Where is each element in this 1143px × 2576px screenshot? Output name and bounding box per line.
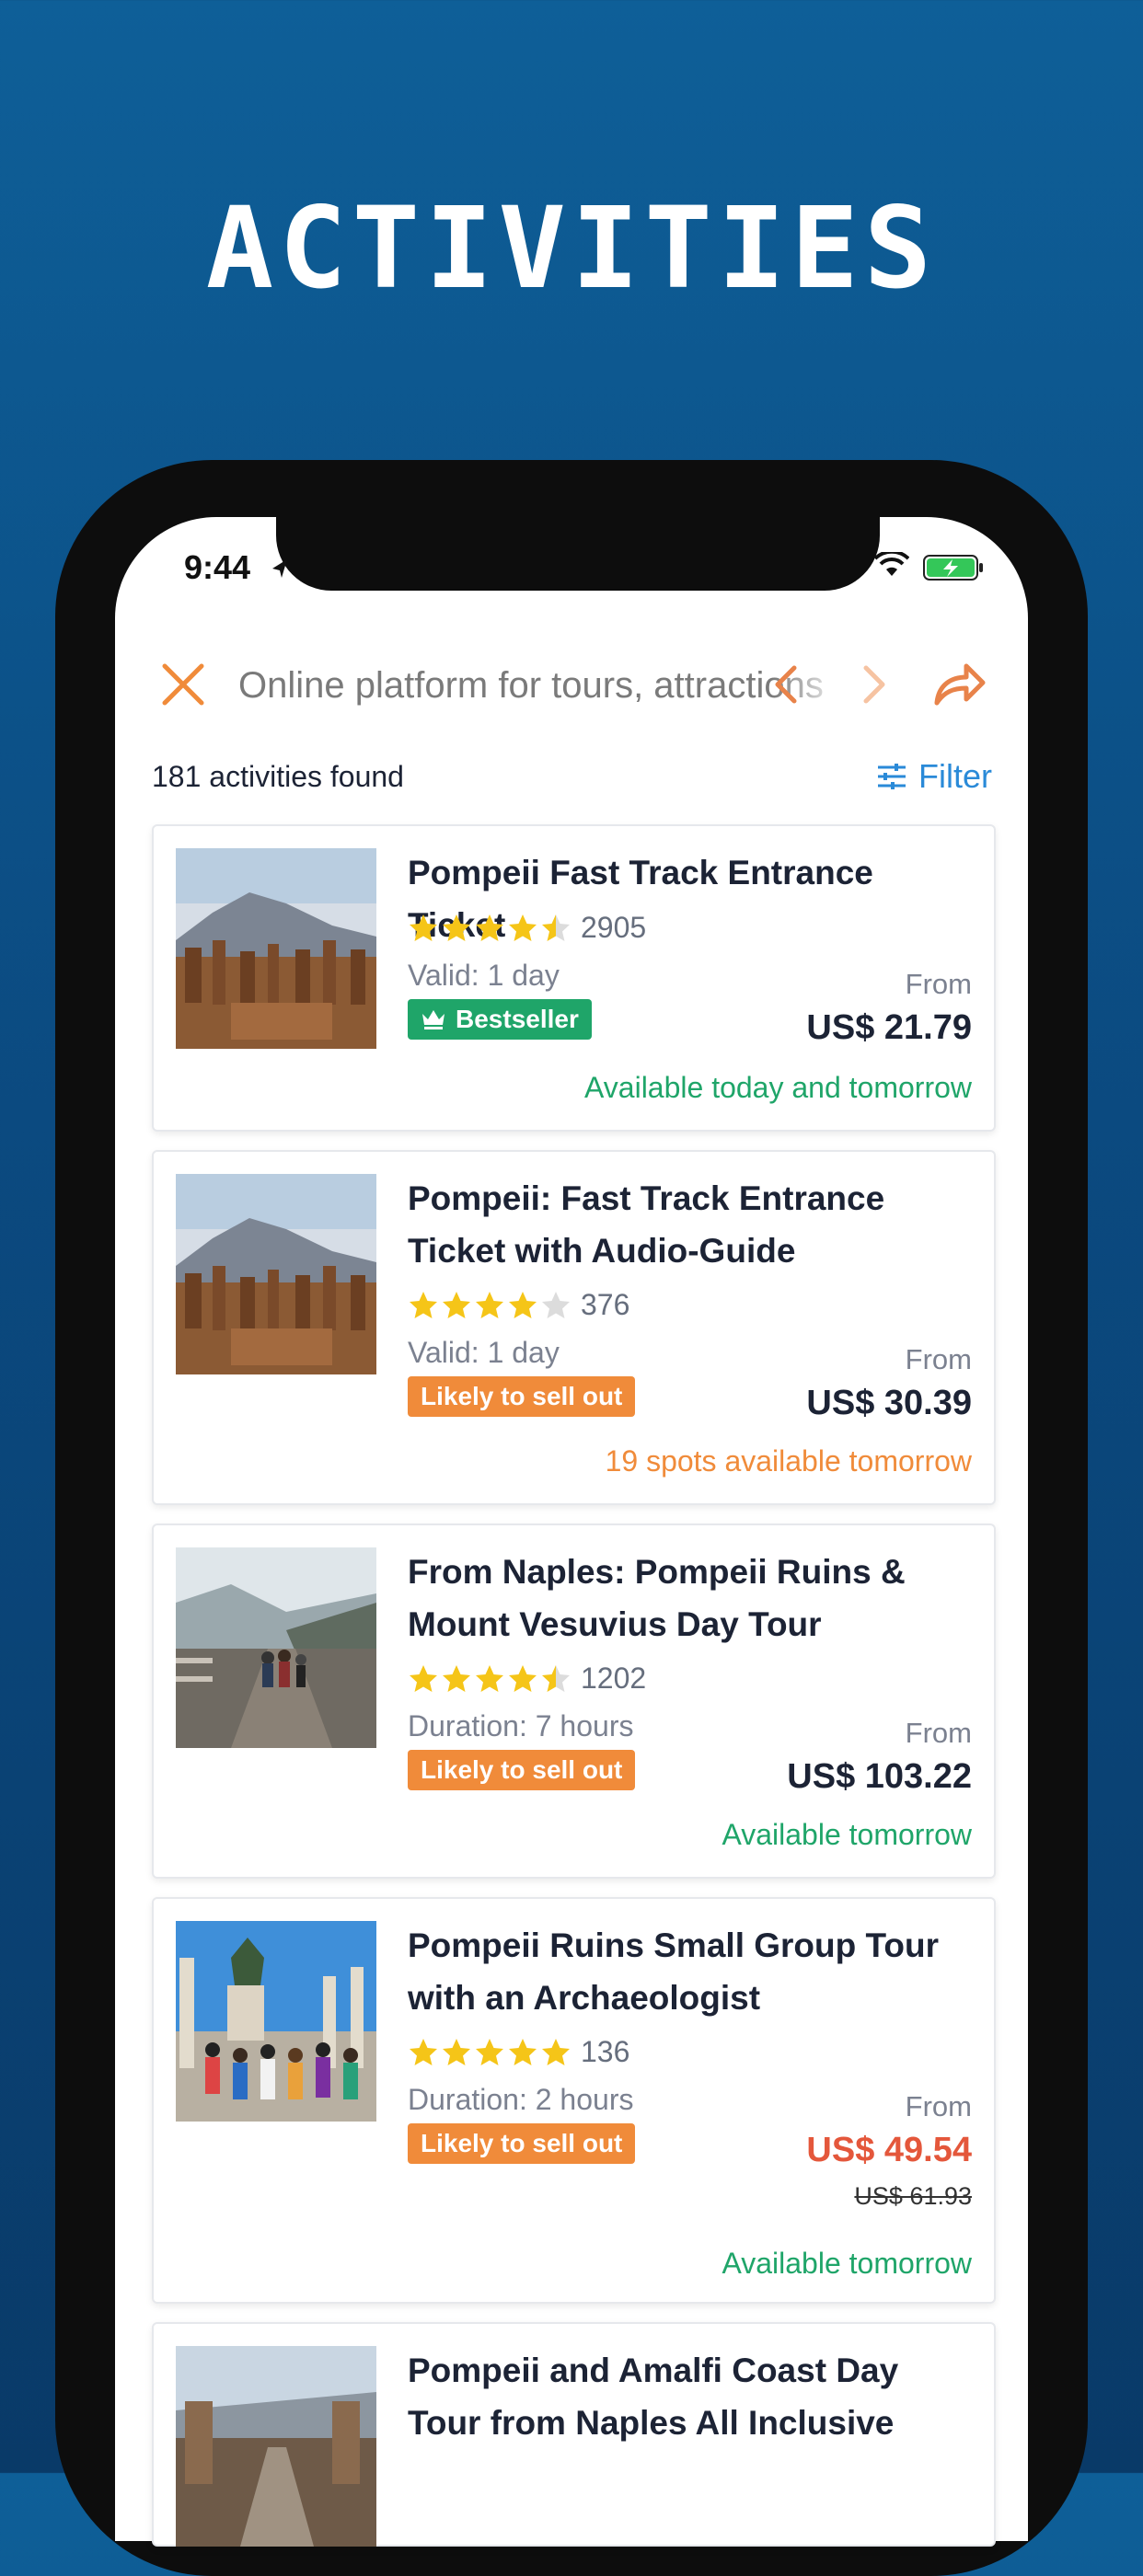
price: US$ 103.22 — [787, 1757, 972, 1796]
star-icon — [443, 914, 470, 941]
close-icon[interactable] — [159, 661, 207, 708]
status-time: 9:44 — [184, 548, 251, 586]
duration-text: Duration: 7 hours — [408, 1709, 634, 1742]
validity-text: Valid: 1 day — [408, 1336, 560, 1369]
activity-title[interactable]: From Naples: Pompeii Ruins & Mount Vesuv… — [408, 1546, 969, 1650]
availability-text: Available today and tomorrow — [584, 1071, 972, 1104]
star-icon — [410, 914, 437, 941]
forward-chevron-icon[interactable] — [851, 662, 895, 707]
from-label: From — [905, 2090, 972, 2122]
availability-text: 19 spots available tomorrow — [605, 1444, 972, 1478]
location-arrow-icon — [272, 559, 287, 578]
star-icon — [410, 1291, 437, 1318]
from-label: From — [905, 1717, 972, 1749]
activity-card[interactable]: Pompeii Ruins Small Group Tour with an A… — [152, 1897, 996, 2304]
back-chevron-icon[interactable] — [765, 662, 809, 707]
star-icon — [476, 1291, 503, 1318]
browser-toolbar: Online platform for tours, attractions — [115, 644, 1028, 725]
original-price: US$ 61.93 — [854, 2182, 972, 2210]
review-count: 1202 — [581, 1662, 647, 1695]
star-icon — [542, 2038, 570, 2065]
share-arrow-icon[interactable] — [931, 659, 987, 710]
review-count: 136 — [581, 2035, 630, 2068]
sell-out-badge: Likely to sell out — [408, 2123, 636, 2164]
star-icon — [476, 2038, 503, 2065]
activity-card[interactable]: Pompeii: Fast Track Entrance Ticket with… — [152, 1150, 996, 1505]
star-icon — [410, 2038, 437, 2065]
star-icon — [509, 1291, 537, 1318]
activity-thumbnail — [176, 1547, 376, 1748]
star-icon — [443, 1664, 470, 1692]
wifi-icon — [874, 552, 909, 576]
star-icon — [509, 2038, 537, 2065]
activity-thumbnail — [176, 848, 376, 1049]
results-count: 181 activities found — [152, 760, 404, 793]
duration-text: Duration: 2 hours — [408, 2083, 634, 2116]
rating-row: 1202 — [408, 1662, 646, 1696]
from-label: From — [905, 1343, 972, 1375]
validity-text: Valid: 1 day — [408, 959, 560, 992]
star-icon — [410, 1664, 437, 1692]
sell-out-badge: Likely to sell out — [408, 1750, 636, 1790]
price: US$ 30.39 — [806, 1384, 972, 1422]
star-icon — [542, 1664, 570, 1692]
price: US$ 21.79 — [806, 1008, 972, 1047]
page-headline: ACTIVITIES — [205, 183, 938, 314]
star-rating — [408, 2037, 572, 2068]
activity-card[interactable]: Pompeii and Amalfi Coast Day Tour from N… — [152, 2322, 996, 2547]
filter-button[interactable]: Filter — [876, 754, 992, 799]
review-count: 376 — [581, 1288, 630, 1321]
activity-title[interactable]: Pompeii Ruins Small Group Tour with an A… — [408, 1919, 969, 2024]
activity-thumbnail — [176, 1921, 376, 2122]
badge-label: Bestseller — [456, 1005, 579, 1033]
star-icon — [476, 1664, 503, 1692]
crown-icon — [422, 1010, 444, 1029]
activity-card[interactable]: Pompeii Fast Track Entrance Ticket 2905 … — [152, 824, 996, 1132]
activity-thumbnail — [176, 2346, 376, 2547]
star-icon — [542, 914, 570, 941]
activity-card[interactable]: From Naples: Pompeii Ruins & Mount Vesuv… — [152, 1524, 996, 1879]
discounted-price: US$ 49.54 — [806, 2131, 972, 2169]
rating-row: 376 — [408, 1288, 629, 1322]
battery-charging-icon — [923, 555, 983, 581]
sell-out-badge: Likely to sell out — [408, 1376, 636, 1417]
star-icon — [509, 914, 537, 941]
from-label: From — [905, 968, 972, 1000]
star-rating — [408, 913, 572, 944]
bestseller-badge: Bestseller — [408, 999, 592, 1040]
activity-title[interactable]: Pompeii and Amalfi Coast Day Tour from N… — [408, 2344, 969, 2449]
activity-title[interactable]: Pompeii: Fast Track Entrance Ticket with… — [408, 1172, 969, 1277]
phone-notch — [276, 517, 880, 591]
availability-text: Available tomorrow — [722, 2247, 972, 2280]
filter-label: Filter — [918, 757, 992, 795]
filter-sliders-icon — [878, 764, 906, 789]
star-icon — [542, 1291, 570, 1318]
star-icon — [443, 1291, 470, 1318]
page-url-text[interactable]: Online platform for tours, attractions — [238, 662, 846, 708]
star-rating — [408, 1663, 572, 1695]
star-rating — [408, 1290, 572, 1321]
activity-thumbnail — [176, 1174, 376, 1374]
availability-text: Available tomorrow — [722, 1818, 972, 1851]
review-count: 2905 — [581, 911, 647, 944]
star-icon — [509, 1664, 537, 1692]
star-icon — [476, 914, 503, 941]
rating-row: 136 — [408, 2035, 629, 2069]
rating-row: 2905 — [408, 911, 646, 945]
star-icon — [443, 2038, 470, 2065]
